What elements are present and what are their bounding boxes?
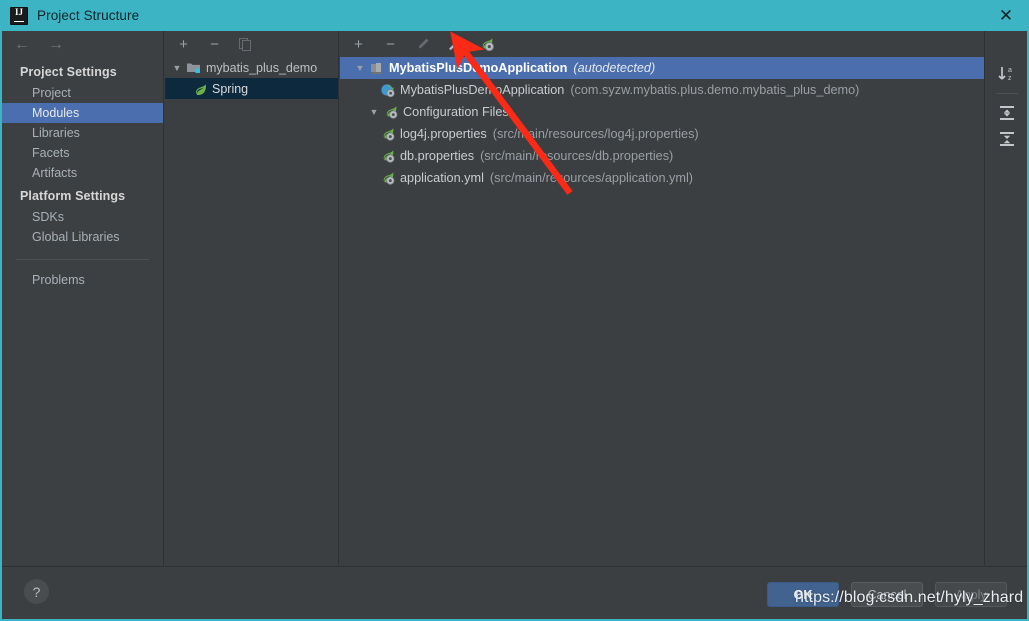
sidebar-item-problems[interactable]: Problems (2, 270, 163, 290)
sidebar-item-facets[interactable]: Facets (2, 143, 163, 163)
detail-side-toolbar: a z (986, 31, 1027, 595)
sort-az-icon[interactable]: a z (994, 61, 1020, 87)
row-label: application.yml (400, 171, 484, 185)
row-meta: (autodetected) (573, 61, 656, 75)
remove-module-button[interactable]: − (206, 36, 223, 53)
add-module-button[interactable]: + (175, 36, 192, 53)
row-meta: (src/main/resources/application.yml) (489, 171, 693, 185)
module-name-label: mybatis_plus_demo (206, 60, 318, 75)
spring-bean-icon (380, 171, 395, 186)
facet-toolbar: + − (340, 31, 984, 57)
spring-leaf-icon (193, 82, 207, 96)
row-label: MybatisPlusDemoApplication (389, 61, 568, 75)
settings-sidebar: ← → Project Settings Project Modules Lib… (2, 31, 164, 565)
project-structure-dialog: Project Structure ✕ ← → Project Settings… (0, 0, 1029, 621)
sidebar-group-platform-settings: Platform Settings (20, 189, 126, 203)
sidebar-item-libraries[interactable]: Libraries (2, 123, 163, 143)
toolbar-divider (995, 93, 1018, 94)
facet-detail-panel: + − ▼ MybatisPlusDemoApplication (autode… (340, 31, 985, 565)
sidebar-item-project[interactable]: Project (2, 83, 163, 103)
row-label: Configuration Files (403, 105, 509, 119)
wrench-icon[interactable] (446, 36, 463, 53)
pencil-icon[interactable] (414, 36, 431, 53)
spring-bean-icon (380, 127, 395, 142)
svg-text:a: a (1008, 67, 1012, 74)
sidebar-item-artifacts[interactable]: Artifacts (2, 163, 163, 183)
sidebar-nav-row: ← → (2, 31, 163, 59)
copy-module-button[interactable] (237, 36, 254, 53)
row-meta: (src/main/resources/log4j.properties) (492, 127, 699, 141)
modules-panel: + − ▼ mybatis_plus_demo Spring (165, 31, 339, 565)
spring-bean-icon[interactable] (478, 36, 495, 53)
spring-context-icon (369, 61, 384, 76)
help-button[interactable]: ? (24, 579, 49, 604)
svg-text:z: z (1008, 75, 1012, 82)
remove-facet-button[interactable]: − (382, 36, 399, 53)
chevron-down-icon[interactable]: ▼ (367, 105, 381, 119)
window-titlebar: Project Structure ✕ (0, 0, 1029, 31)
spring-context-root-row[interactable]: ▼ MybatisPlusDemoApplication (autodetect… (340, 57, 984, 79)
sidebar-group-project-settings: Project Settings (20, 65, 117, 79)
spring-bean-icon (380, 149, 395, 164)
watermark-text: https://blog.csdn.net/hyly_zhard (795, 589, 1024, 606)
module-folder-icon (186, 60, 201, 75)
modules-toolbar: + − (165, 31, 338, 57)
chevron-down-icon[interactable]: ▼ (353, 61, 367, 75)
back-arrow-icon[interactable]: ← (12, 36, 32, 54)
row-label: log4j.properties (400, 127, 487, 141)
row-label: MybatisPlusDemoApplication (400, 83, 565, 97)
sidebar-item-sdks[interactable]: SDKs (2, 207, 163, 227)
config-file-db-row[interactable]: db.properties (src/main/resources/db.pro… (340, 145, 984, 167)
spring-bean-icon (383, 105, 398, 120)
config-file-log4j-row[interactable]: log4j.properties (src/main/resources/log… (340, 123, 984, 145)
collapse-all-icon[interactable] (994, 126, 1020, 152)
row-meta: (com.syzw.mybatis.plus.demo.mybatis_plus… (570, 83, 860, 97)
row-label: db.properties (400, 149, 475, 163)
sidebar-item-modules[interactable]: Modules (2, 103, 163, 123)
row-meta: (src/main/resources/db.properties) (480, 149, 674, 163)
expand-all-icon[interactable] (994, 100, 1020, 126)
sidebar-item-global-libraries[interactable]: Global Libraries (2, 227, 163, 247)
spring-java-config-icon (380, 83, 395, 98)
intellij-idea-icon (10, 6, 28, 25)
config-file-application-row[interactable]: application.yml (src/main/resources/appl… (340, 167, 984, 189)
dialog-body: ← → Project Settings Project Modules Lib… (0, 31, 1029, 621)
spring-config-class-row[interactable]: MybatisPlusDemoApplication (com.syzw.myb… (340, 79, 984, 101)
configuration-files-group-row[interactable]: ▼ Configuration Files (340, 101, 984, 123)
module-tree-row-spring-facet[interactable]: Spring (165, 78, 338, 99)
add-facet-button[interactable]: + (350, 36, 367, 53)
sidebar-divider (16, 259, 149, 260)
facet-name-label: Spring (212, 81, 249, 96)
window-title: Project Structure (37, 8, 140, 23)
forward-arrow-icon[interactable]: → (46, 36, 66, 54)
module-tree-row-project[interactable]: ▼ mybatis_plus_demo (165, 57, 338, 78)
close-icon[interactable]: ✕ (983, 0, 1029, 31)
chevron-down-icon[interactable]: ▼ (170, 61, 184, 75)
